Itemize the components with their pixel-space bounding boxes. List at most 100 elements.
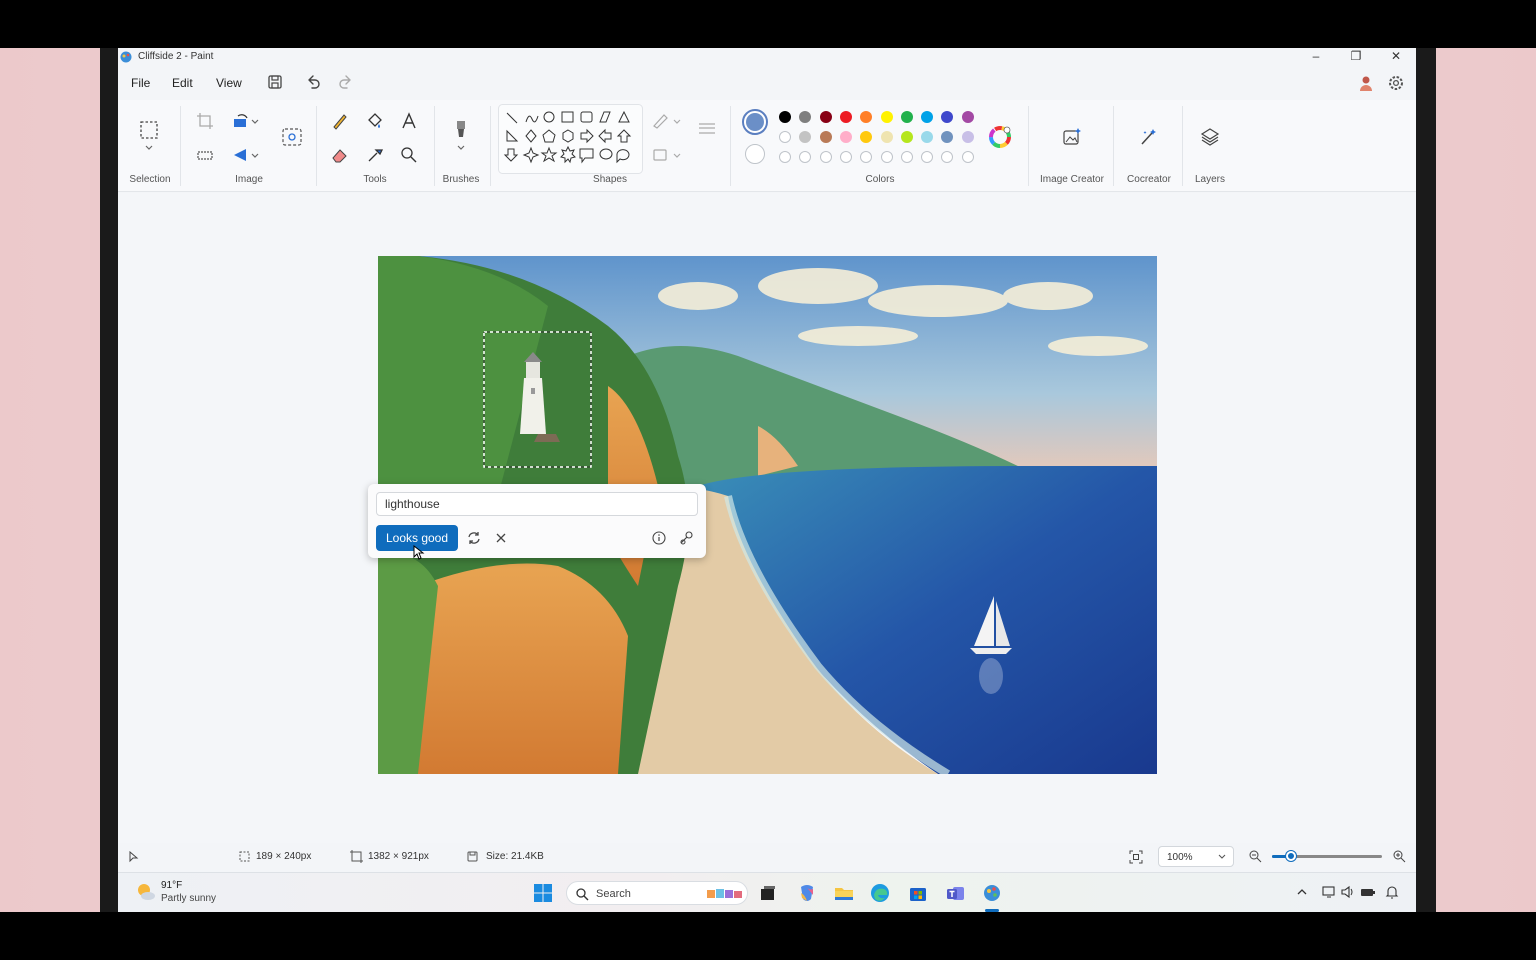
group-label-image-creator: Image Creator — [1040, 174, 1104, 185]
shape-fill-icon[interactable] — [650, 144, 672, 166]
ribbon-divider — [1028, 106, 1029, 186]
group-label-colors: Colors — [865, 174, 895, 185]
battery-icon[interactable] — [1360, 884, 1376, 900]
shapes-gallery[interactable] — [498, 104, 643, 174]
palette-swatch[interactable] — [900, 111, 913, 123]
image-creator-icon[interactable] — [1061, 126, 1083, 148]
zoom-dropdown[interactable]: 100% — [1158, 846, 1234, 867]
weather-partly-sunny-icon[interactable] — [135, 881, 157, 903]
canvas-size-text: 1382 × 921px — [368, 851, 429, 862]
color-picker-icon[interactable] — [364, 144, 386, 166]
pencil-icon[interactable] — [329, 110, 351, 132]
ribbon-divider — [730, 106, 731, 186]
undo-icon[interactable] — [303, 72, 323, 92]
task-view-icon[interactable] — [756, 881, 780, 905]
primary-color-swatch[interactable] — [742, 109, 768, 135]
custom-color-slot[interactable] — [921, 151, 934, 163]
zoom-in-icon[interactable] — [1392, 849, 1406, 863]
account-avatar-icon[interactable] — [1357, 74, 1375, 92]
windows-start-icon[interactable] — [531, 881, 555, 905]
group-label-selection: Selection — [129, 174, 171, 185]
custom-color-slot[interactable] — [961, 151, 974, 163]
microsoft-store-icon[interactable] — [906, 881, 930, 905]
custom-color-slot[interactable] — [900, 151, 913, 163]
brush-icon[interactable] — [450, 118, 472, 140]
palette-swatch[interactable] — [900, 131, 913, 143]
flip-chevron-down-icon[interactable] — [249, 144, 261, 166]
volume-icon[interactable] — [1340, 884, 1356, 900]
palette-swatch[interactable] — [880, 131, 893, 143]
palette-swatch[interactable] — [880, 111, 893, 123]
custom-color-slot[interactable] — [779, 151, 791, 163]
feedback-icon[interactable] — [678, 529, 696, 547]
line-size-icon[interactable] — [696, 118, 718, 140]
custom-color-slot[interactable] — [839, 151, 852, 163]
menu-file[interactable]: File — [131, 76, 150, 90]
fit-to-window-icon[interactable] — [1129, 850, 1143, 864]
minimize-button[interactable]: – — [1306, 49, 1326, 65]
zoom-slider-thumb[interactable] — [1286, 851, 1296, 861]
palette-swatch[interactable] — [839, 111, 852, 123]
fill-chevron-down-icon[interactable] — [670, 144, 684, 166]
eraser-icon[interactable] — [329, 144, 351, 166]
save-icon[interactable] — [265, 72, 285, 92]
palette-swatch[interactable] — [961, 111, 974, 123]
copilot-icon[interactable] — [795, 881, 819, 905]
selection-chevron-down-icon[interactable] — [138, 142, 160, 154]
edge-browser-icon[interactable] — [868, 881, 892, 905]
ribbon-divider — [434, 106, 435, 186]
palette-swatch[interactable] — [819, 111, 832, 123]
menu-view[interactable]: View — [216, 76, 242, 90]
rotate-chevron-down-icon[interactable] — [249, 110, 261, 132]
show-hidden-icons-chevron-up-icon[interactable] — [1296, 886, 1308, 898]
zoom-out-icon[interactable] — [1248, 849, 1262, 863]
group-label-shapes: Shapes — [593, 174, 627, 185]
fill-bucket-icon[interactable] — [364, 110, 386, 132]
zoom-chevron-down-icon — [1218, 854, 1226, 859]
palette-swatch[interactable] — [961, 131, 974, 143]
menu-edit[interactable]: Edit — [172, 76, 193, 90]
layers-icon[interactable] — [1199, 126, 1221, 148]
prompt-input[interactable] — [376, 492, 698, 516]
close-button[interactable]: ✕ — [1386, 49, 1406, 65]
palette-swatch[interactable] — [779, 111, 791, 123]
primary-color-fill — [746, 113, 764, 131]
crop-icon[interactable] — [194, 110, 216, 132]
secondary-color-swatch[interactable] — [745, 144, 765, 164]
discard-close-icon[interactable] — [492, 529, 510, 547]
palette-swatch[interactable] — [819, 131, 832, 143]
info-icon[interactable] — [650, 529, 668, 547]
redo-icon[interactable] — [336, 72, 356, 92]
edit-colors-wheel-icon[interactable] — [989, 126, 1011, 148]
file-explorer-icon[interactable] — [832, 881, 856, 905]
shape-outline-icon[interactable] — [650, 110, 672, 132]
outline-chevron-down-icon[interactable] — [670, 110, 684, 132]
brushes-chevron-down-icon[interactable] — [450, 142, 472, 154]
network-icon[interactable] — [1321, 884, 1337, 900]
restore-button[interactable]: ❐ — [1346, 49, 1366, 65]
settings-gear-icon[interactable] — [1387, 74, 1405, 92]
active-app-indicator — [985, 909, 999, 912]
regenerate-icon[interactable] — [465, 529, 483, 547]
cocreator-icon[interactable] — [1137, 126, 1159, 148]
text-icon[interactable] — [398, 110, 420, 132]
magnifier-icon[interactable] — [398, 144, 420, 166]
rectangle-select-icon[interactable] — [138, 119, 160, 141]
palette-swatch[interactable] — [921, 111, 934, 123]
paint-taskbar-icon[interactable] — [980, 881, 1004, 905]
notification-bell-icon[interactable] — [1384, 884, 1400, 900]
group-label-tools: Tools — [363, 174, 387, 185]
resize-icon[interactable] — [194, 144, 216, 166]
custom-color-slot[interactable] — [880, 151, 893, 163]
taskbar-search-box[interactable]: Search — [566, 881, 748, 905]
palette-swatch[interactable] — [839, 131, 852, 143]
ribbon-divider — [1113, 106, 1114, 186]
image-remove-background-icon[interactable] — [281, 126, 303, 148]
teams-icon[interactable] — [944, 881, 968, 905]
palette-swatch[interactable] — [921, 131, 934, 143]
paint-app-icon — [120, 51, 132, 63]
group-label-cocreator: Cocreator — [1127, 174, 1171, 185]
custom-color-slot[interactable] — [819, 151, 832, 163]
palette-swatch[interactable] — [779, 131, 791, 143]
pointer-position-icon — [129, 851, 139, 863]
